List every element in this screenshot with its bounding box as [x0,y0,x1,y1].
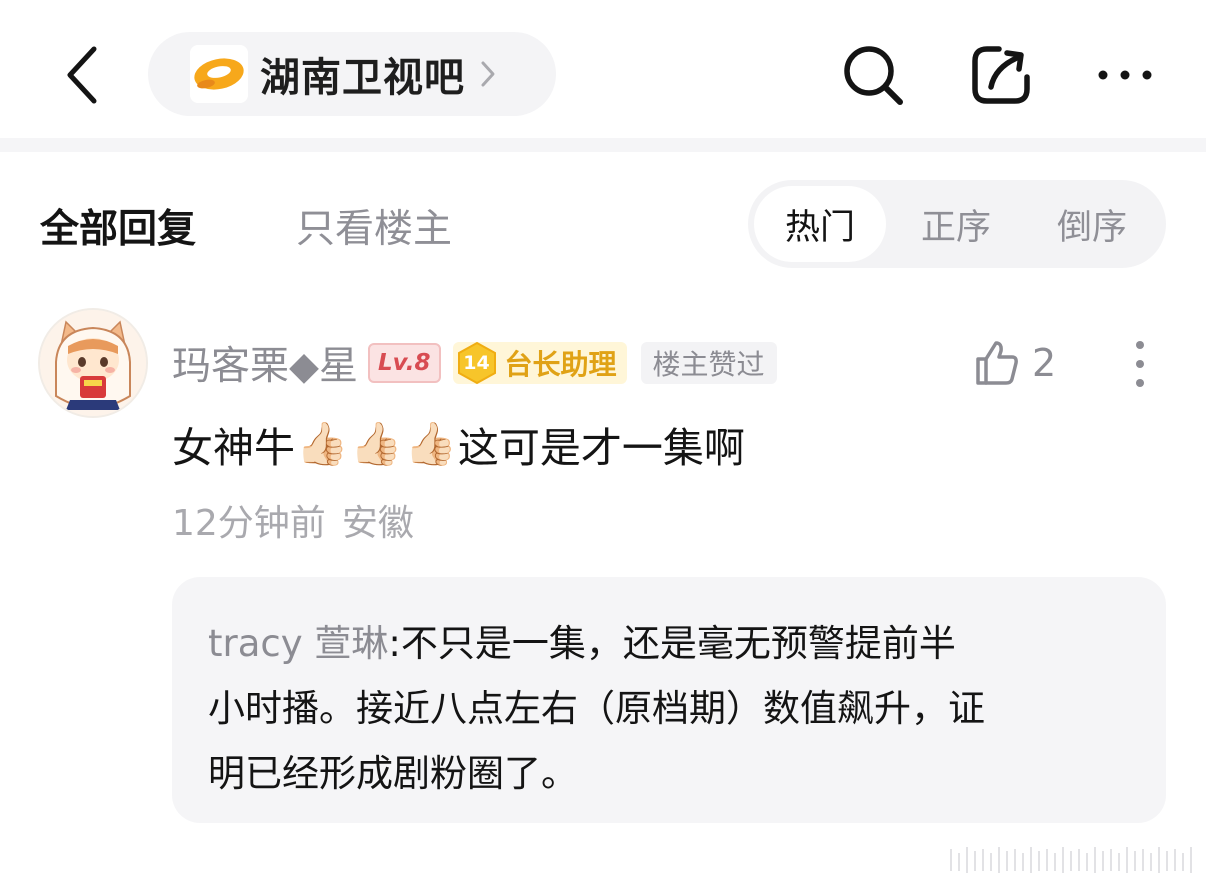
search-button[interactable] [838,40,908,110]
username[interactable]: 玛客栗◆星 [172,335,358,391]
role-level-icon: 14 [455,341,499,385]
comment-text-after: 这可是才一集啊 [457,424,745,472]
reply-text-line-1: 不只是一集，还是毫无预警提前半 [400,622,956,665]
sort-hot-button[interactable]: 热门 [754,186,886,262]
more-horizontal-icon [1098,70,1152,80]
tab-op-only[interactable]: 只看楼主 [296,198,452,254]
role-badge: 14 台长助理 [452,341,627,385]
thumbs-up-emoji: 👍🏻 [296,419,349,468]
thumbs-up-emoji: 👍🏻 [350,419,403,468]
like-button[interactable]: 2 [972,336,1056,390]
comment-author-row: 玛客栗◆星 Lv.8 14 台长助理 楼主赞过 [172,336,777,390]
role-level: 14 [463,352,490,374]
top-bar: 湖南卫视吧 [0,0,1206,138]
sub-reply[interactable]: tracy 萱琳:不只是一集，还是毫无预警提前半 小时播。接近八点左右（原档期）… [172,577,1166,823]
share-icon [972,46,1030,104]
section-divider [0,138,1206,152]
chevron-right-icon [479,59,497,89]
reply-username[interactable]: tracy 萱琳 [208,622,388,665]
comment-time: 12分钟前 [172,503,326,544]
watermark-bars [950,847,1192,873]
hunan-tv-logo-icon [190,45,248,103]
forum-link[interactable]: 湖南卫视吧 [148,32,556,116]
chevron-left-icon [67,46,97,104]
comment-location: 安徽 [341,503,414,544]
thumbs-up-icon [976,341,1018,385]
forum-name: 湖南卫视吧 [260,55,465,101]
sort-descending-button[interactable]: 倒序 [1026,180,1158,268]
reply-separator: : [388,622,401,665]
avatar[interactable] [38,308,148,418]
reply-text-line-3: 明已经形成剧粉圈了。 [208,752,578,795]
tab-all-replies[interactable]: 全部回复 [40,198,196,254]
comment-text-before: 女神牛 [172,424,295,472]
search-icon [844,46,903,105]
share-button[interactable] [966,40,1036,110]
comment-text: 女神牛 👍🏻 👍🏻 👍🏻 这可是才一集啊 [172,414,745,474]
thumbs-up-emoji: 👍🏻 [404,419,457,468]
comment-more-button[interactable] [1122,336,1158,392]
back-button[interactable] [52,40,112,110]
reply-text-line-2: 小时播。接近八点左右（原档期）数值飙升，证 [208,687,985,730]
like-count: 2 [1032,341,1057,385]
comment-meta: 12分钟前 安徽 [172,494,414,546]
role-name: 台长助理 [504,348,617,381]
level-badge: Lv.8 [368,343,441,383]
more-button[interactable] [1090,40,1160,110]
sort-toggle: 热门 正序 倒序 [748,180,1166,268]
sort-ascending-button[interactable]: 正序 [890,180,1022,268]
more-vertical-icon [1136,341,1144,387]
liked-by-op-badge: 楼主赞过 [640,342,777,384]
